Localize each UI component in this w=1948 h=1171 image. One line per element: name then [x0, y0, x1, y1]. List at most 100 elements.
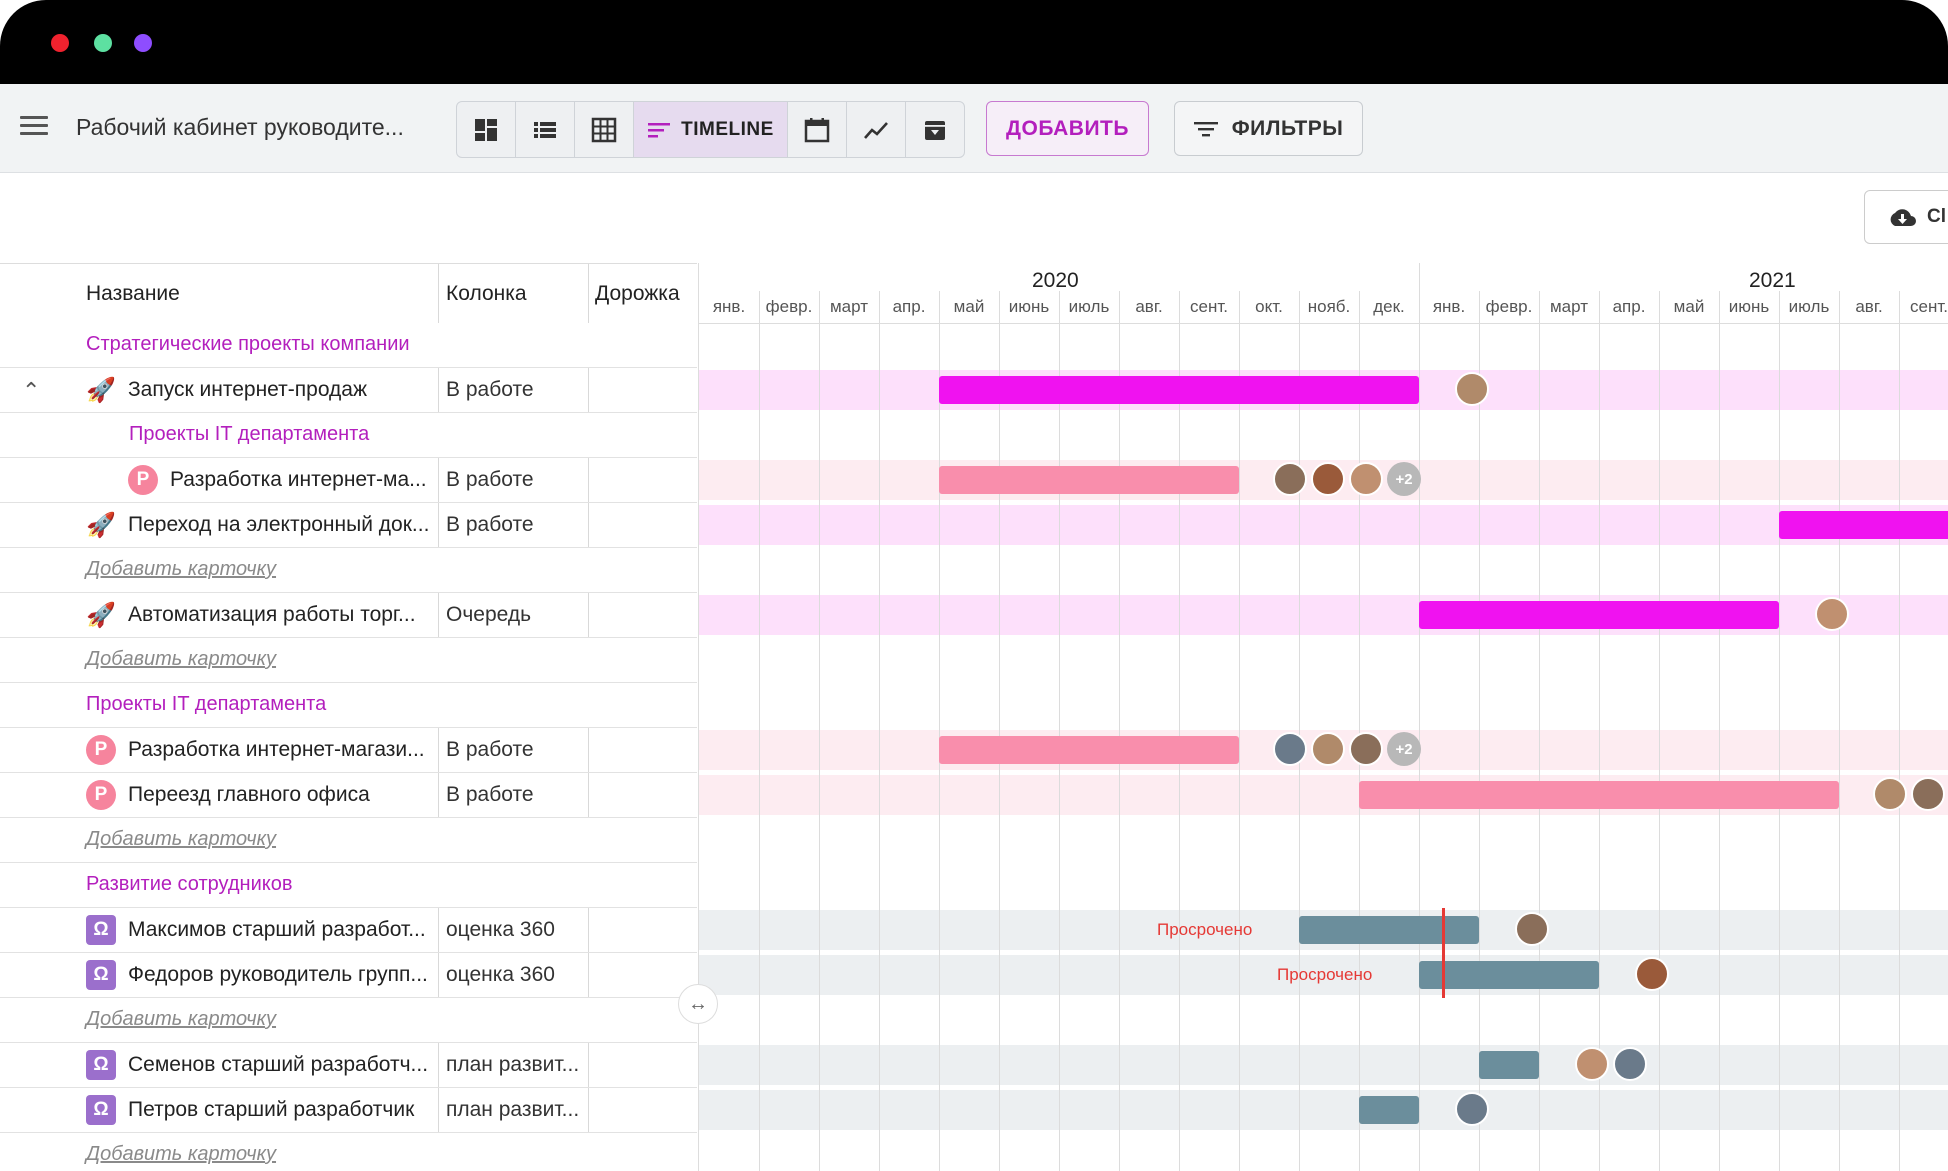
archive-icon — [925, 120, 945, 140]
avatar[interactable] — [1311, 732, 1345, 766]
avatar[interactable] — [1515, 912, 1549, 946]
filter-icon — [1193, 121, 1218, 136]
avatar[interactable] — [1349, 732, 1383, 766]
rocket-icon: 🚀 — [86, 376, 116, 404]
month-label: июнь — [1008, 297, 1050, 316]
month-label: нояб. — [1307, 297, 1351, 316]
avatar[interactable] — [1911, 777, 1945, 811]
add-card-link[interactable]: Добавить карточку — [86, 648, 276, 671]
view-archive-button[interactable] — [906, 102, 964, 157]
month-label: май — [953, 297, 985, 316]
row-name: Максимов старший разработ... — [128, 918, 426, 941]
table-row[interactable]: Ω Максимов старший разработ... оценка 360 — [0, 908, 697, 953]
timeline-bar[interactable] — [1419, 961, 1599, 989]
add-card-link[interactable]: Добавить карточку — [86, 1143, 276, 1166]
group-row[interactable]: Проекты IT департамента — [0, 683, 697, 728]
more-assignees-badge[interactable]: +2 — [1387, 732, 1421, 766]
add-card-row[interactable]: Добавить карточку — [0, 998, 697, 1043]
table-row[interactable]: Ω Петров старший разработчик план развит..… — [0, 1088, 697, 1133]
maximize-window-dot[interactable] — [134, 34, 152, 52]
timeline-bar[interactable] — [1779, 511, 1948, 539]
header-lane[interactable]: Дорожка — [595, 282, 680, 306]
table-row[interactable]: 🚀 Автоматизация работы торг... Очередь — [0, 593, 697, 638]
table-row[interactable]: Ω Федоров руководитель групп... оценка 360 — [0, 953, 697, 998]
timeline-bar[interactable] — [1299, 916, 1479, 944]
board-title[interactable]: Рабочий кабинет руководите... — [76, 114, 404, 141]
timeline-bar[interactable] — [1359, 1096, 1419, 1124]
resize-handle[interactable]: ↔ — [678, 984, 718, 1024]
avatar[interactable] — [1455, 372, 1489, 406]
more-assignees-badge[interactable]: +2 — [1387, 462, 1421, 496]
today-marker — [1442, 908, 1445, 998]
month-label: окт. — [1255, 297, 1283, 316]
row-name: Федоров руководитель групп... — [128, 963, 428, 986]
group-row[interactable]: Стратегические проекты компании — [0, 323, 697, 368]
cloud-download-icon — [1890, 209, 1916, 226]
export-label: Cl — [1927, 206, 1946, 227]
board-toolbar: Рабочий кабинет руководите... TIMELINE Д… — [0, 84, 1948, 173]
avatar[interactable] — [1635, 957, 1669, 991]
view-list-button[interactable] — [516, 102, 575, 157]
list-icon — [534, 121, 556, 138]
timeline-bar[interactable] — [939, 376, 1419, 404]
timeline-grid: Название Колонка Дорожка Стратегические … — [0, 263, 1948, 1171]
row-column-value: В работе — [446, 468, 534, 491]
row-column-value: план развит... — [446, 1053, 580, 1076]
avatar[interactable] — [1455, 1092, 1489, 1126]
timeline-bar[interactable] — [1419, 601, 1779, 629]
avatar[interactable] — [1311, 462, 1345, 496]
timeline-bar[interactable] — [1359, 781, 1839, 809]
minimize-window-dot[interactable] — [94, 34, 112, 52]
timeline-bar[interactable] — [939, 466, 1239, 494]
avatar[interactable] — [1575, 1047, 1609, 1081]
table-row[interactable]: P Разработка интернет-магази... В работе — [0, 728, 697, 773]
year-label-2020: 2020 — [1032, 269, 1079, 292]
add-button[interactable]: ДОБАВИТЬ — [986, 101, 1149, 156]
row-name: Семенов старший разработч... — [128, 1053, 429, 1076]
view-kanban-button[interactable] — [457, 102, 516, 157]
row-name: Развитие сотрудников — [86, 873, 293, 895]
month-label: март — [829, 297, 868, 316]
row-name: Автоматизация работы торг... — [128, 603, 416, 626]
collapse-chevron-icon[interactable]: ⌃ — [22, 378, 40, 404]
table-row[interactable]: ⌃ 🚀 Запуск интернет-продаж В работе — [0, 368, 697, 413]
timeline-bar[interactable] — [1479, 1051, 1539, 1079]
timeline-bar[interactable] — [939, 736, 1239, 764]
filters-button[interactable]: ФИЛЬТРЫ — [1174, 101, 1363, 156]
close-window-dot[interactable] — [51, 34, 69, 52]
add-card-link[interactable]: Добавить карточку — [86, 1008, 276, 1031]
add-card-row[interactable]: Добавить карточку — [0, 638, 697, 683]
header-column[interactable]: Колонка — [446, 282, 527, 306]
employee-omega-icon: Ω — [86, 960, 116, 990]
avatar[interactable] — [1873, 777, 1907, 811]
avatar[interactable] — [1273, 732, 1307, 766]
month-label: май — [1673, 297, 1705, 316]
avatar[interactable] — [1815, 597, 1849, 631]
add-card-row[interactable]: Добавить карточку — [0, 1133, 697, 1171]
table-row[interactable]: 🚀 Переход на электронный док... В работе — [0, 503, 697, 548]
timeline-row-band — [699, 505, 1948, 545]
export-button[interactable]: Cl — [1864, 190, 1948, 244]
add-card-link[interactable]: Добавить карточку — [86, 828, 276, 851]
view-calendar-button[interactable] — [788, 102, 847, 157]
month-label: февр. — [1485, 297, 1533, 316]
group-row[interactable]: Проекты IT департамента — [0, 413, 697, 458]
group-row[interactable]: Развитие сотрудников — [0, 863, 697, 908]
add-card-row[interactable]: Добавить карточку — [0, 548, 697, 593]
avatar[interactable] — [1349, 462, 1383, 496]
header-name[interactable]: Название — [86, 282, 180, 306]
table-row[interactable]: P Разработка интернет-ма... В работе — [0, 458, 697, 503]
view-chart-button[interactable] — [847, 102, 906, 157]
table-row[interactable]: Ω Семенов старший разработч... план развит… — [0, 1043, 697, 1088]
month-label: март — [1549, 297, 1588, 316]
table-row[interactable]: P Переезд главного офиса В работе — [0, 773, 697, 818]
view-table-button[interactable] — [575, 102, 634, 157]
avatar[interactable] — [1273, 462, 1307, 496]
add-card-row[interactable]: Добавить карточку — [0, 818, 697, 863]
avatar[interactable] — [1613, 1047, 1647, 1081]
month-label: июль — [1068, 297, 1110, 316]
resize-arrows-icon: ↔ — [688, 992, 708, 1015]
view-timeline-button[interactable]: TIMELINE — [634, 102, 788, 157]
add-card-link[interactable]: Добавить карточку — [86, 558, 276, 581]
menu-icon[interactable] — [20, 114, 50, 138]
